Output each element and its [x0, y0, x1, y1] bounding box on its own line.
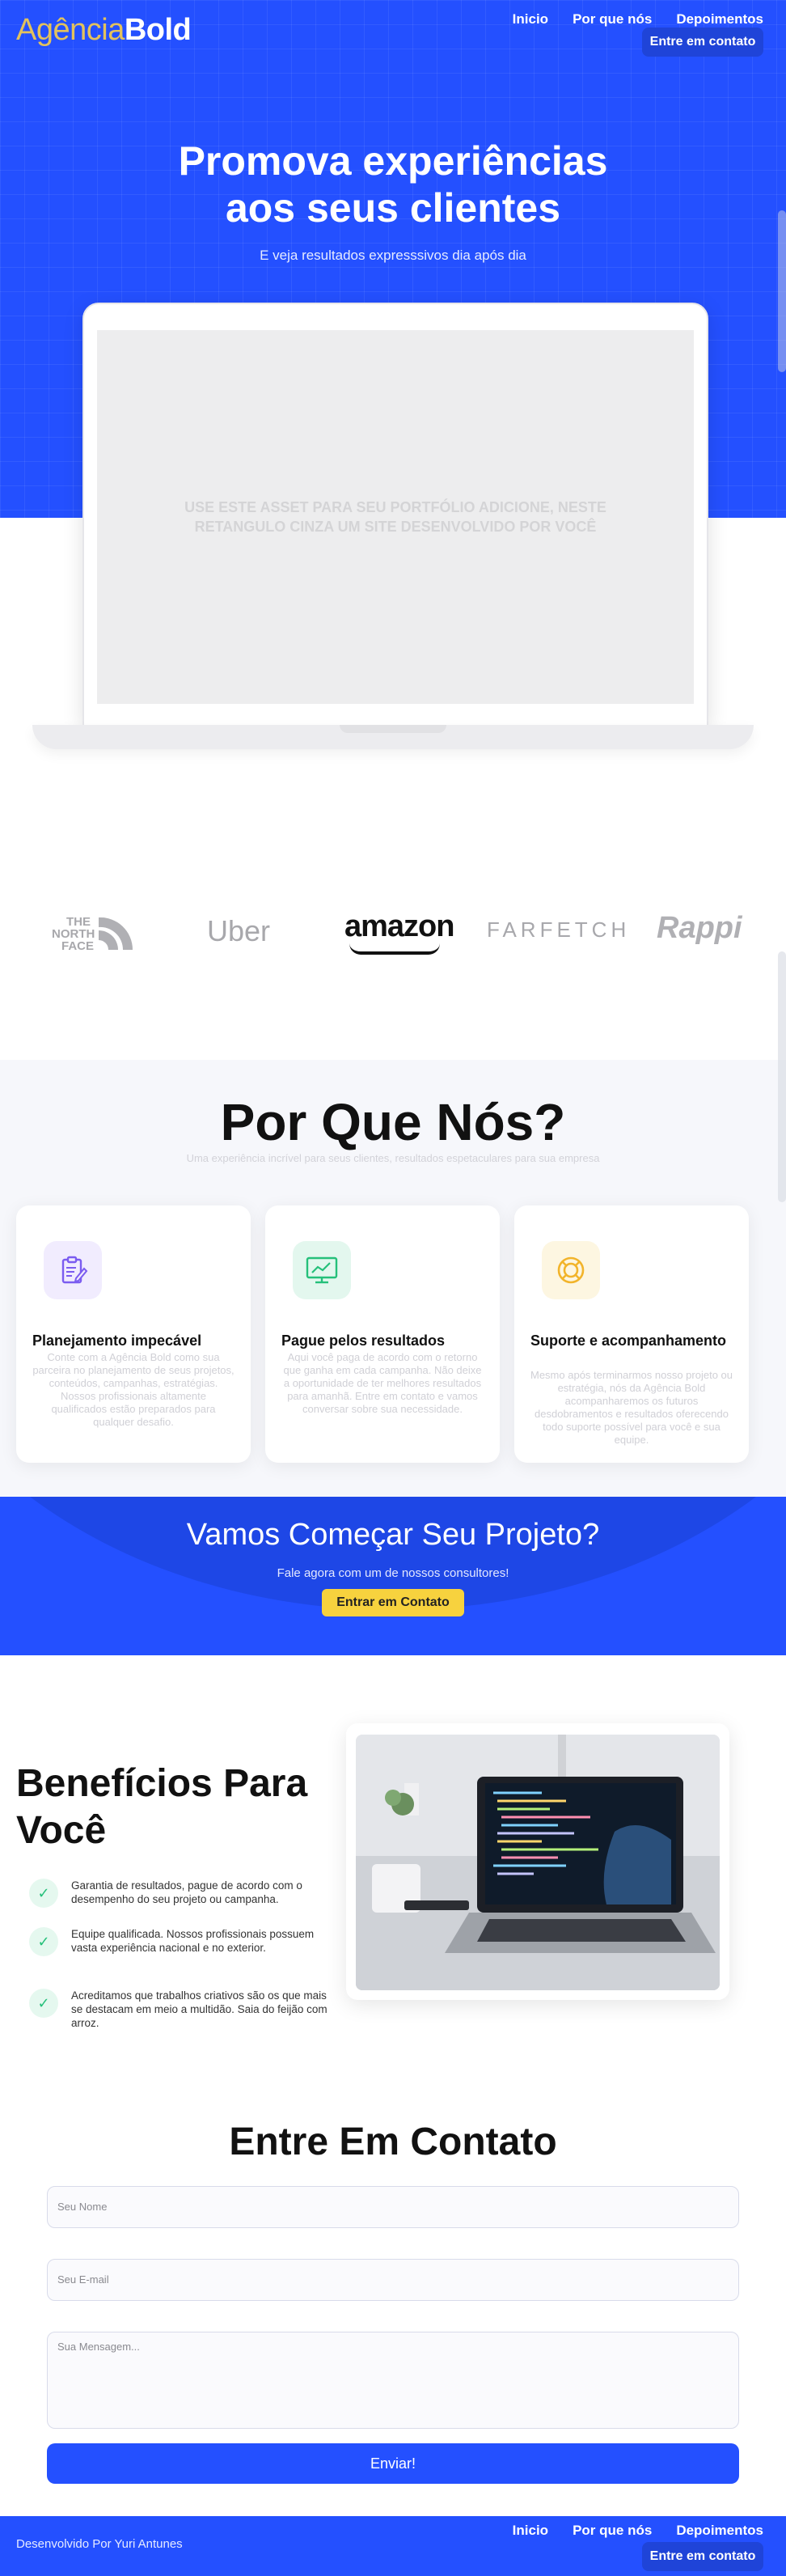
check-icon: ✓ [29, 1927, 58, 1956]
clipboard-icon-svg [61, 1256, 88, 1284]
amazon-logo-text: amazon [344, 909, 454, 943]
feature-card-suporte: Suporte e acompanhamento Mesmo após term… [514, 1205, 749, 1463]
portfolio-placeholder-text: USE ESTE ASSET PARA SEU PORTFÓLIO ADICIO… [184, 499, 606, 535]
send-button[interactable]: Enviar! [47, 2443, 739, 2484]
check-icon: ✓ [29, 1989, 58, 2018]
rappi-logo: Rappi [657, 911, 742, 945]
why-us-title: Por Que Nós? [220, 1093, 566, 1151]
footer-nav-link-inicio[interactable]: Inicio [513, 2523, 548, 2539]
laptop-notch [340, 725, 446, 733]
top-nav: Inicio Por que nós Depoimentos [513, 11, 763, 28]
name-input-placeholder: Seu Nome [57, 2201, 108, 2213]
monitor-chart-icon [293, 1241, 351, 1299]
footer: Desenvolvido Por Yuri Antunes Inicio Por… [0, 2516, 786, 2576]
card-title: Suporte e acompanhamento [530, 1332, 727, 1349]
feature-card-resultados: Pague pelos resultados Aqui você paga de… [265, 1205, 500, 1463]
card-text: Conte com a Agência Bold como sua parcei… [32, 1351, 235, 1428]
footer-nav-link-depoimentos[interactable]: Depoimentos [676, 2523, 763, 2539]
footer-contact-button[interactable]: Entre em contato [642, 2542, 763, 2571]
nav-link-inicio[interactable]: Inicio [513, 11, 548, 28]
hero-title: Promova experiências aos seus clientes [178, 138, 608, 231]
nav-link-depoimentos[interactable]: Depoimentos [676, 11, 763, 28]
north-face-word-2: NORTH [52, 927, 95, 941]
monitor-chart-icon-svg [306, 1256, 338, 1284]
benefit-item: ✓ Equipe qualificada. Nossos profissiona… [29, 1927, 328, 1976]
why-us-section: Por Que Nós? Uma experiência incrível pa… [0, 1060, 786, 1497]
lifebuoy-icon-svg [557, 1256, 585, 1284]
benefits-title: Benefícios Para Você [16, 1762, 308, 1852]
entrar-em-contato-button[interactable]: Entrar em Contato [322, 1589, 464, 1616]
north-face-logo: THE NORTH FACE [49, 914, 137, 955]
feature-card-planejamento: Planejamento impecável Conte com a Agênc… [16, 1205, 251, 1463]
email-input[interactable]: Seu E-mail [47, 2259, 739, 2301]
amazon-smile-icon [349, 943, 440, 955]
card-title: Planejamento impecável [32, 1332, 202, 1349]
cta-band-subtitle: Fale agora com um de nossos consultores! [277, 1566, 509, 1580]
cta-band-title: Vamos Começar Seu Projeto? [186, 1518, 600, 1552]
logo-bold-text: Bold [124, 13, 192, 47]
scrollbar-thumb[interactable] [778, 210, 786, 372]
hero-subtitle: E veja resultados expresssivos dia após … [260, 248, 526, 263]
uber-logo: Uber [207, 914, 271, 947]
check-icon: ✓ [29, 1879, 58, 1908]
benefit-item: ✓ Acreditamos que trabalhos criativos sã… [29, 1989, 328, 2037]
scrollbar-thumb-2[interactable] [778, 951, 786, 1202]
footer-credit: Desenvolvido Por Yuri Antunes [16, 2537, 183, 2551]
logo-light-text: Agência [16, 13, 125, 47]
farfetch-logo: FARFETCH [487, 917, 631, 942]
laptop-code-illustration [356, 1735, 720, 1990]
benefit-text: Acreditamos que trabalhos criativos são … [71, 1989, 328, 2029]
nav-link-por-que-nos[interactable]: Por que nós [573, 11, 652, 28]
email-input-placeholder: Seu E-mail [57, 2273, 109, 2286]
amazon-logo: amazon [344, 909, 454, 955]
footer-nav: Inicio Por que nós Depoimentos [513, 2523, 763, 2539]
card-text: Aqui você paga de acordo com o retorno q… [283, 1351, 482, 1415]
benefit-text: Equipe qualificada. Nossos profissionais… [71, 1928, 315, 1954]
laptop-code-photo [356, 1735, 720, 1990]
north-face-word-3: FACE [61, 939, 95, 953]
logo[interactable]: AgênciaBold [16, 13, 192, 48]
name-input[interactable]: Seu Nome [47, 2186, 739, 2228]
message-textarea[interactable]: Sua Mensagem... [47, 2332, 739, 2429]
lifebuoy-icon [542, 1241, 600, 1299]
benefit-item: ✓ Garantia de resultados, pague de acord… [29, 1879, 328, 1927]
brand-logos: THE NORTH FACE Uber amazon FARFETCH Rapp… [0, 898, 786, 971]
benefit-text: Garantia de resultados, pague de acordo … [71, 1879, 302, 1905]
contact-button[interactable]: Entre em contato [642, 28, 763, 57]
clipboard-icon [44, 1241, 102, 1299]
portfolio-placeholder: USE ESTE ASSET PARA SEU PORTFÓLIO ADICIO… [97, 330, 694, 704]
north-face-word-1: THE [66, 915, 91, 929]
cta-band: Vamos Começar Seu Projeto? Fale agora co… [0, 1497, 786, 1655]
contact-title: Entre Em Contato [229, 2121, 557, 2163]
why-us-subtitle: Uma experiência incrível para seus clien… [186, 1152, 600, 1164]
card-title: Pague pelos resultados [281, 1332, 446, 1349]
message-textarea-placeholder: Sua Mensagem... [57, 2341, 140, 2353]
card-text: Mesmo após terminarmos nosso projeto ou … [530, 1369, 733, 1446]
footer-nav-link-por-que-nos[interactable]: Por que nós [573, 2523, 652, 2539]
